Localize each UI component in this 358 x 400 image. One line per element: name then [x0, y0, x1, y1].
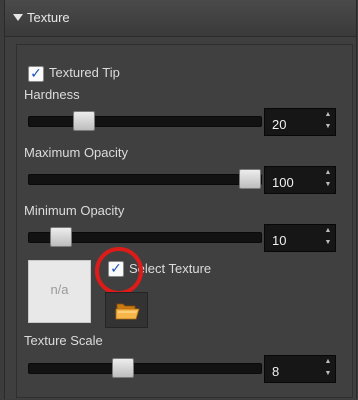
triangle-down-icon[interactable] — [13, 14, 23, 21]
texture-preview: n/a — [28, 260, 91, 323]
arrow-down-icon[interactable]: ▼ — [323, 180, 333, 190]
max-opacity-value[interactable] — [265, 167, 322, 194]
arrow-up-icon[interactable]: ▲ — [323, 110, 333, 120]
max-opacity-spinbox[interactable]: ▲ ▼ — [264, 166, 336, 194]
arrow-up-icon[interactable]: ▲ — [323, 168, 333, 178]
arrow-down-icon[interactable]: ▼ — [323, 238, 333, 248]
texture-scale-value[interactable] — [265, 356, 322, 383]
checkmark-icon: ✓ — [30, 65, 42, 81]
texture-scale-slider-track[interactable] — [28, 363, 262, 374]
arrow-up-icon[interactable]: ▲ — [323, 226, 333, 236]
texture-scale-spinbox[interactable]: ▲ ▼ — [264, 355, 336, 383]
min-opacity-spinbox[interactable]: ▲ ▼ — [264, 224, 336, 252]
min-opacity-slider-thumb[interactable] — [50, 227, 72, 247]
texture-scale-slider-thumb[interactable] — [112, 358, 134, 378]
textured-tip-checkbox[interactable]: ✓ — [28, 65, 44, 82]
arrow-down-icon[interactable]: ▼ — [323, 369, 333, 379]
section-header[interactable]: Texture — [5, 0, 356, 37]
texture-panel: ✓ Textured Tip Hardness ▲ ▼ Maximum Opac… — [16, 44, 353, 398]
max-opacity-label: Maximum Opacity — [24, 145, 129, 160]
hardness-slider-track[interactable] — [28, 116, 262, 127]
max-opacity-slider-track[interactable] — [28, 174, 262, 185]
hardness-value[interactable] — [265, 109, 322, 136]
hardness-slider-thumb[interactable] — [73, 111, 95, 131]
min-opacity-label: Minimum Opacity — [24, 203, 125, 218]
section-title: Texture — [27, 10, 70, 25]
hardness-spinbox[interactable]: ▲ ▼ — [264, 108, 336, 136]
texture-frame: Texture ✓ Textured Tip Hardness ▲ ▼ Maxi… — [4, 0, 357, 399]
textured-tip-label: Textured Tip — [49, 65, 120, 80]
max-opacity-slider-thumb[interactable] — [239, 169, 261, 189]
arrow-up-icon[interactable]: ▲ — [323, 357, 333, 367]
texture-preview-text: n/a — [50, 282, 69, 297]
texture-scale-label: Texture Scale — [24, 333, 103, 348]
arrow-down-icon[interactable]: ▼ — [323, 122, 333, 132]
folder-open-icon — [115, 303, 140, 320]
min-opacity-value[interactable] — [265, 225, 322, 252]
browse-texture-button[interactable] — [105, 292, 148, 328]
hardness-label: Hardness — [24, 87, 80, 102]
highlight-ring — [95, 247, 143, 295]
